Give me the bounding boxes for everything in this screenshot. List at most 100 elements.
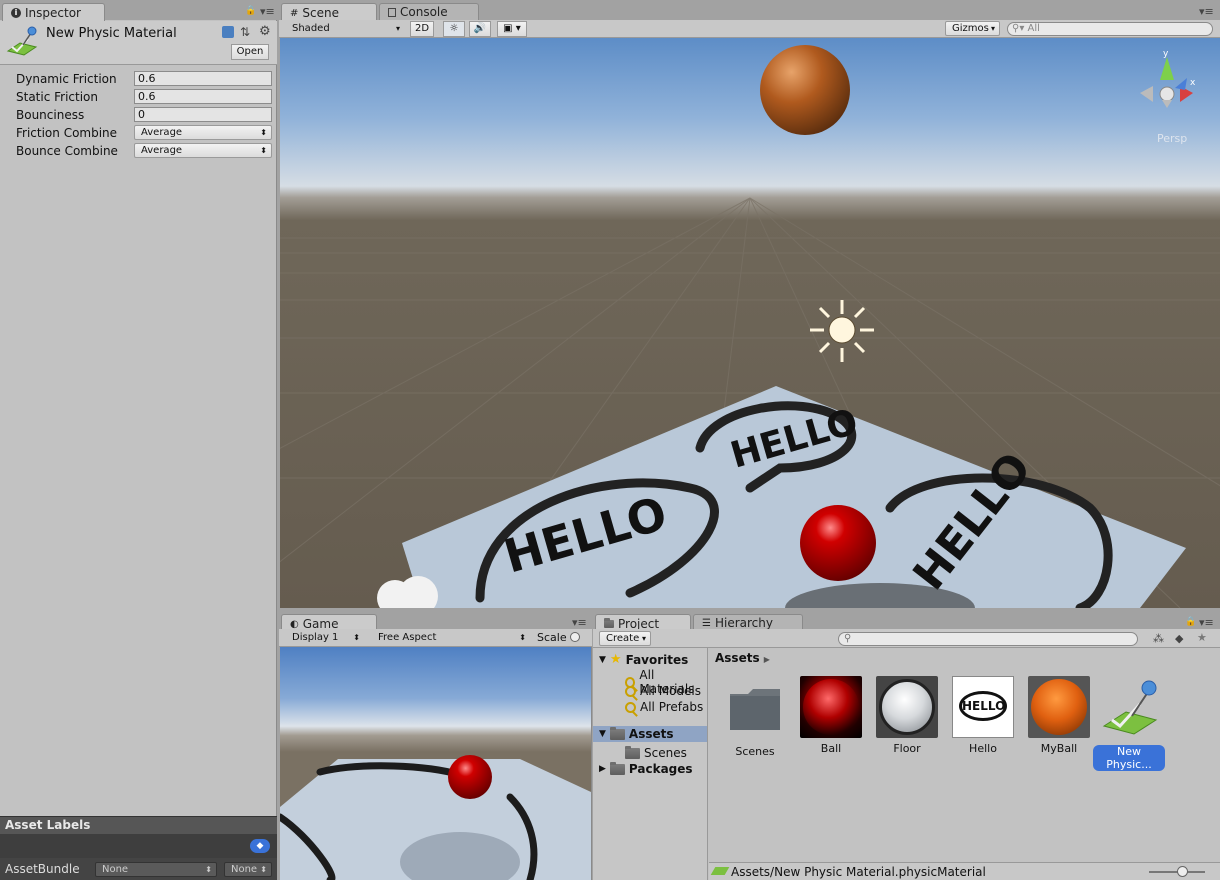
- tab-scene-label: Scene: [302, 5, 339, 20]
- menu-icon[interactable]: ▾≡: [1199, 616, 1214, 629]
- persp-label[interactable]: Persp: [1157, 132, 1187, 145]
- tree-item-all-prefabs[interactable]: All Prefabs: [625, 700, 703, 714]
- property-label: Static Friction: [16, 90, 99, 104]
- scene-search-placeholder: All: [1027, 23, 1040, 34]
- scale-slider[interactable]: [570, 632, 580, 642]
- tree-item-scenes[interactable]: Scenes: [625, 745, 687, 760]
- asset-name: Ball: [820, 742, 842, 755]
- scene-grid: HELLO HELLO HELLO y x Persp: [280, 45, 1220, 608]
- asset-browser: Assets ▶ Scenes Ball Floor HELLO Hello M…: [709, 648, 1220, 862]
- tab-inspector-label: Inspector: [25, 5, 81, 20]
- filter-type-icon[interactable]: ⁂: [1153, 632, 1164, 645]
- dropdown-value: Display 1: [292, 632, 339, 643]
- asset-item[interactable]: HELLO Hello: [947, 676, 1019, 755]
- scene-tabbar: # Scene Console ▾≡: [279, 0, 1220, 22]
- expand-arrow-icon: ▼: [599, 654, 606, 665]
- bounce-combine-dropdown[interactable]: Average ⬍: [134, 143, 272, 158]
- asset-item[interactable]: Floor: [871, 676, 943, 755]
- project-footer: Assets/New Physic Material.physicMateria…: [709, 862, 1220, 880]
- gizmo-axis-y: y: [1163, 49, 1169, 59]
- search-icon: [625, 685, 636, 697]
- game-tabbar: ◐ Game ▾≡: [279, 611, 592, 633]
- slider-handle[interactable]: [1177, 866, 1188, 877]
- create-dropdown[interactable]: Create ▾: [599, 631, 651, 646]
- game-viewport[interactable]: [280, 647, 591, 880]
- scene-viewport[interactable]: HELLO HELLO HELLO y x Persp: [280, 38, 1220, 608]
- asset-item[interactable]: Scenes: [719, 676, 791, 758]
- assetbundle-row: AssetBundle None ⬍ None ⬍: [0, 858, 277, 880]
- dropdown-value: Free Aspect: [378, 632, 437, 643]
- scene-toolbar: Shaded ▾ 2D ☼ 🔊 ▣ ▾ Gizmos ▾ ⚲▾ All: [279, 20, 1220, 38]
- asset-labels-bar: Asset Labels: [0, 816, 277, 834]
- shading-dropdown[interactable]: Shaded ▾: [285, 21, 405, 36]
- tree-item-assets[interactable]: ▼ Assets: [593, 726, 707, 742]
- project-tree: ▼ ★ Favorites All Materials All Models A…: [593, 648, 708, 880]
- friction-combine-dropdown[interactable]: Average ⬍: [134, 125, 272, 140]
- dropdown-value: Create: [606, 633, 640, 644]
- folder-icon: [604, 618, 614, 628]
- lock-icon[interactable]: 🔒: [245, 6, 256, 16]
- tag-icon[interactable]: ◆: [250, 839, 270, 853]
- menu-icon[interactable]: ▾≡: [1199, 5, 1214, 18]
- lock-icon[interactable]: 🔒: [1185, 617, 1196, 627]
- menu-icon[interactable]: ▾≡: [572, 616, 587, 629]
- star-icon[interactable]: ★: [1197, 631, 1207, 644]
- expand-arrow-icon: ▼: [599, 729, 606, 739]
- asset-name: Floor: [893, 742, 921, 755]
- folder-icon: [730, 689, 780, 730]
- tree-favorites[interactable]: ▼ ★ Favorites: [599, 652, 688, 667]
- property-label: Bounciness: [16, 108, 85, 122]
- audio-toggle-button[interactable]: 🔊: [469, 21, 491, 37]
- tab-console[interactable]: Console: [379, 3, 479, 21]
- asset-item[interactable]: Ball: [795, 676, 867, 755]
- tab-console-label: Console: [400, 5, 448, 19]
- updown-arrow-icon: ⬍: [353, 633, 360, 642]
- light-gizmo: [810, 300, 874, 362]
- filter-label-icon[interactable]: ◆: [1175, 632, 1183, 645]
- toggle-2d-button[interactable]: 2D: [410, 21, 434, 37]
- dropdown-arrow-icon: ▾: [641, 634, 646, 643]
- asset-labels-title: Asset Labels: [5, 818, 91, 832]
- tree-item-packages[interactable]: ▶ Packages: [599, 761, 693, 776]
- thumbnail-size-slider[interactable]: [1149, 866, 1205, 877]
- project-tabbar: Project ☰ Hierarchy 🔒 ▾≡: [593, 611, 1220, 633]
- display-dropdown[interactable]: Display 1 ⬍: [285, 630, 365, 645]
- breadcrumb-item[interactable]: Assets: [715, 651, 760, 665]
- dropdown-value: Average: [141, 127, 183, 138]
- scene-search-input[interactable]: ⚲▾ All: [1007, 22, 1213, 36]
- asset-item-selected[interactable]: New Physic...: [1093, 676, 1165, 771]
- texture-preview-hello: HELLO: [952, 676, 1014, 738]
- effects-toggle-button[interactable]: ▣ ▾: [497, 21, 527, 37]
- help-icon[interactable]: [222, 26, 234, 38]
- inspector-title: New Physic Material: [46, 26, 177, 41]
- assetbundle-variant-dropdown[interactable]: None ⬍: [224, 862, 272, 877]
- material-preview-ball: [800, 676, 862, 738]
- static-friction-field[interactable]: 0.6: [134, 89, 272, 104]
- asset-item[interactable]: MyBall: [1023, 676, 1095, 755]
- orientation-gizmo[interactable]: [1140, 57, 1193, 108]
- tree-item-all-models[interactable]: All Models: [625, 684, 701, 698]
- project-search-input[interactable]: ⚲: [838, 632, 1138, 646]
- preset-icon[interactable]: ⇅: [240, 25, 250, 39]
- dropdown-value: Shaded: [292, 23, 330, 34]
- bounciness-field[interactable]: 0: [134, 107, 272, 122]
- scale-label: Scale: [537, 631, 567, 644]
- search-icon: ⚲▾: [1012, 23, 1025, 34]
- grid-icon: #: [290, 7, 299, 19]
- red-ball: [448, 755, 492, 799]
- chevron-right-icon: ▶: [763, 655, 770, 664]
- aspect-dropdown[interactable]: Free Aspect ⬍: [371, 630, 531, 645]
- tree-label: All Prefabs: [640, 700, 704, 714]
- assetbundle-dropdown[interactable]: None ⬍: [95, 862, 217, 877]
- dropdown-value: Gizmos: [952, 23, 989, 34]
- menu-icon[interactable]: ▾≡: [260, 5, 275, 18]
- assetbundle-label: AssetBundle: [5, 862, 80, 876]
- gizmos-dropdown[interactable]: Gizmos ▾: [945, 21, 1000, 36]
- gear-icon[interactable]: ⚙: [259, 24, 271, 39]
- open-button[interactable]: Open: [231, 44, 269, 60]
- lighting-toggle-button[interactable]: ☼: [443, 21, 465, 37]
- red-ball: [800, 505, 876, 581]
- dynamic-friction-field[interactable]: 0.6: [134, 71, 272, 86]
- tab-inspector[interactable]: i Inspector: [2, 3, 105, 22]
- dropdown-value: None: [231, 864, 258, 875]
